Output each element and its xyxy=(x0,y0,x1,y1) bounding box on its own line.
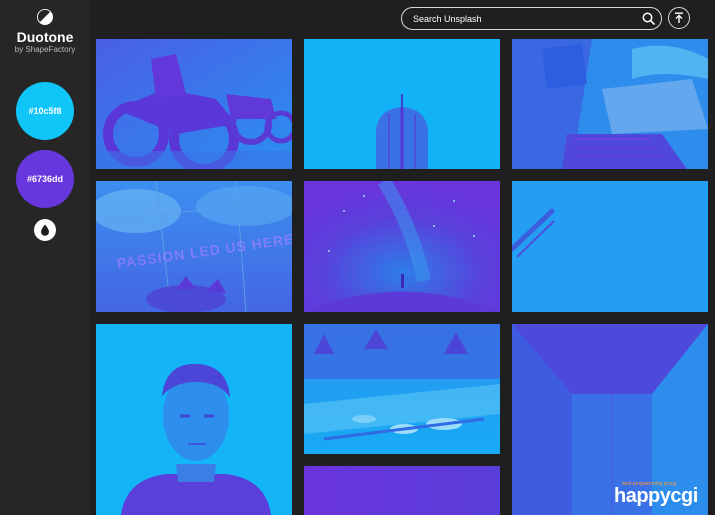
scroll-top-button[interactable] xyxy=(668,7,690,29)
watermark-logo: best programming group happycgi xyxy=(614,481,710,511)
photo-laptop-workspace[interactable] xyxy=(512,39,708,169)
search-icon[interactable] xyxy=(642,12,655,25)
photo-portrait-man[interactable] xyxy=(96,324,292,515)
light-color-swatch[interactable]: #10c5f8 xyxy=(16,82,74,140)
photo-partial[interactable] xyxy=(304,466,500,515)
photo-passion-sign[interactable]: PASSION LED US HERE xyxy=(96,181,292,312)
half-circle-icon xyxy=(37,9,53,25)
watermark-brand: happycgi xyxy=(614,485,698,507)
search-bar xyxy=(401,7,662,30)
photo-cactus[interactable] xyxy=(304,39,500,169)
app-title: Duotone xyxy=(16,29,74,45)
photo-pencil[interactable] xyxy=(512,181,708,312)
photo-motorcycles[interactable] xyxy=(96,39,292,169)
search-input[interactable] xyxy=(413,13,628,24)
duotone-toggle-button[interactable] xyxy=(34,219,56,241)
photo-dinner-table[interactable] xyxy=(304,324,500,454)
water-drop-icon xyxy=(41,224,49,236)
light-color-label: #10c5f8 xyxy=(28,106,62,116)
duotone-page: Duotone by ShapeFactory #10c5f8 #6736dd xyxy=(0,0,715,515)
dark-color-swatch[interactable]: #6736dd xyxy=(16,150,74,208)
arrow-up-to-line-icon xyxy=(675,12,683,23)
photo-starry-sky[interactable] xyxy=(304,181,500,312)
app-subtitle: by ShapeFactory xyxy=(14,45,76,54)
sidebar: Duotone by ShapeFactory #10c5f8 #6736dd xyxy=(0,0,90,515)
dark-color-label: #6736dd xyxy=(26,174,64,184)
